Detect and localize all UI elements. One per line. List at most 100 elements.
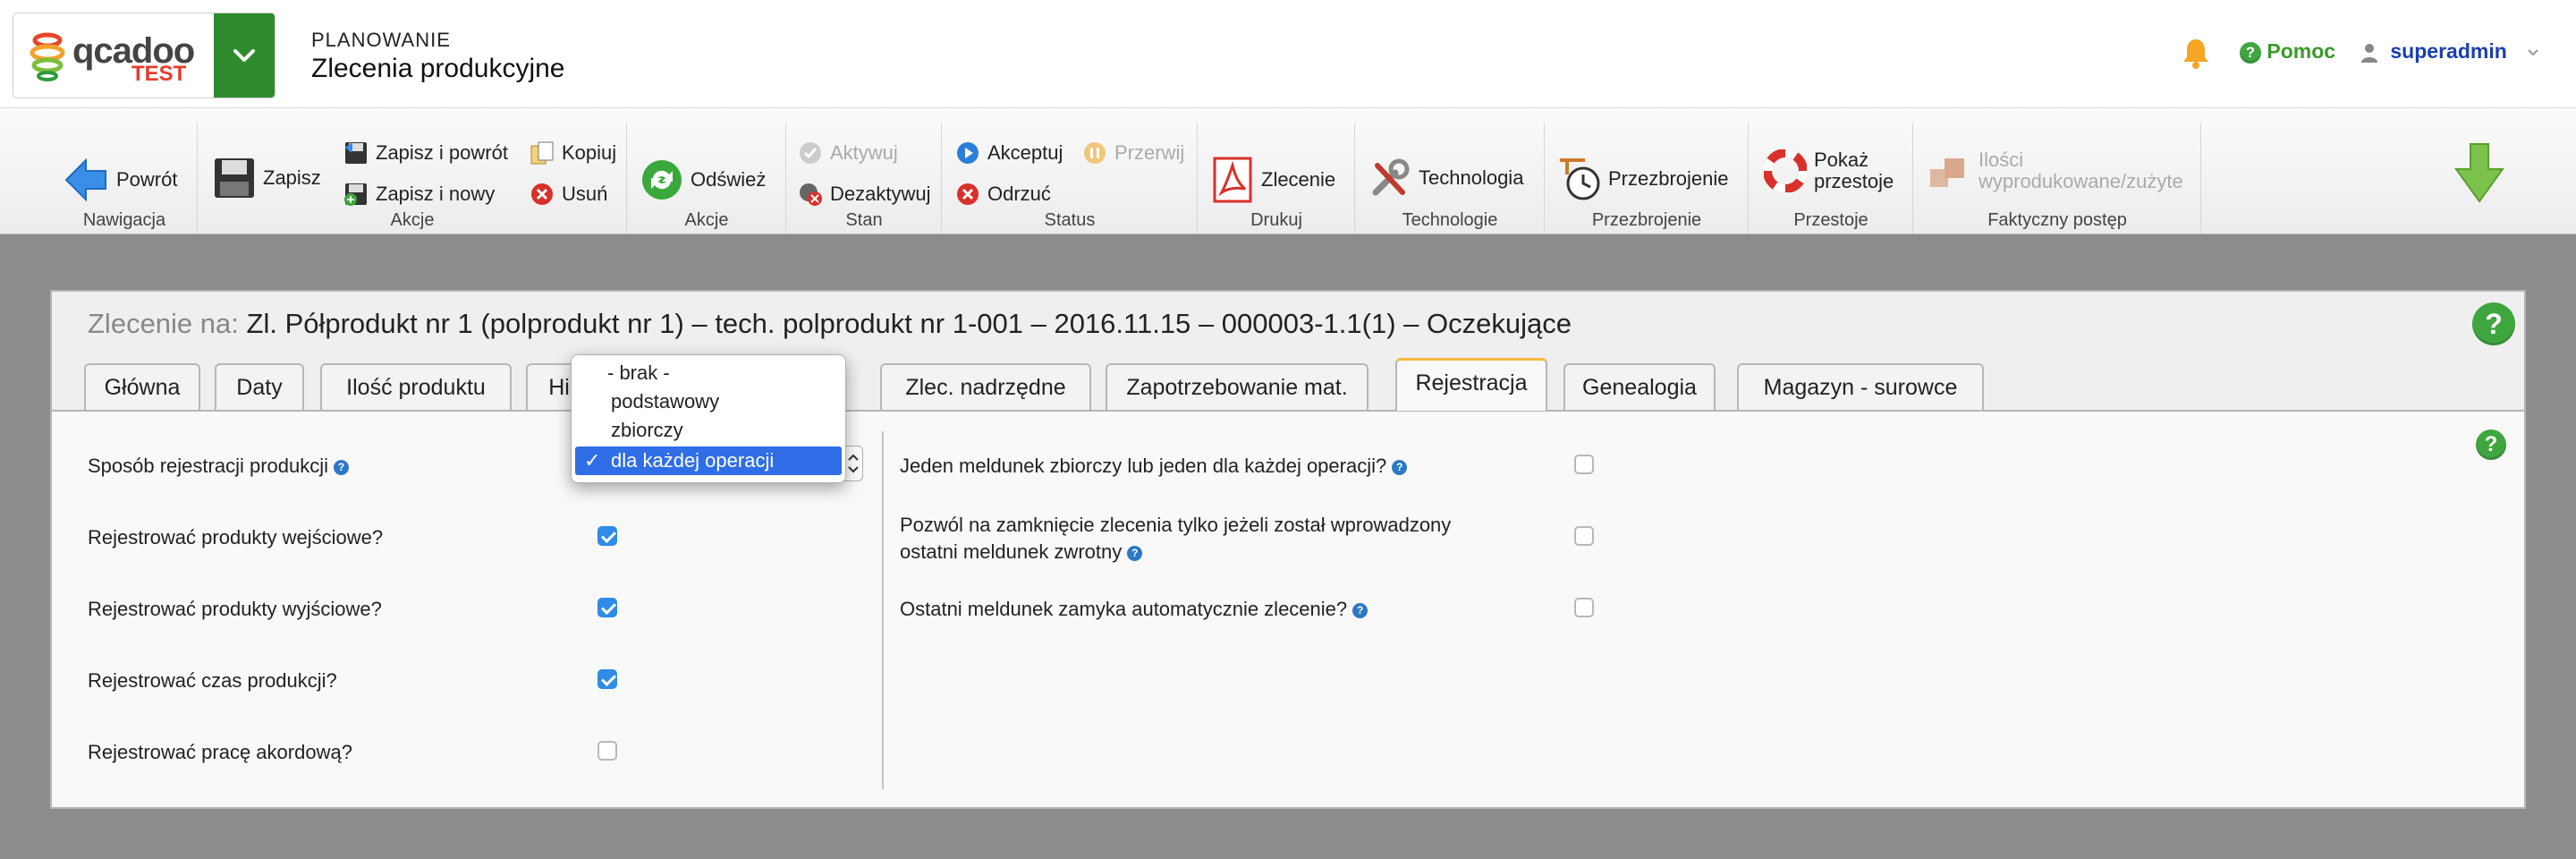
user-name: superadmin [2390, 39, 2507, 63]
menu-toggle[interactable] [214, 13, 275, 98]
technology-button[interactable]: Technologia [1368, 157, 1523, 200]
order-form-panel: Zlecenie na: Zl. Półprodukt nr 1 (polpro… [50, 290, 2526, 809]
save-and-back-button[interactable]: Zapisz i powrót [343, 140, 508, 166]
deactivate-label: Dezaktywuj [830, 183, 931, 205]
ribbon-group-akcje: Zapisz Zapisz i powrót Zapisz i nowy Kop… [199, 123, 627, 234]
help-link[interactable]: ? Pomoc [2240, 39, 2335, 64]
logo-menu-button[interactable]: qcadoo TEST [13, 13, 275, 98]
logo-badge: TEST [131, 62, 187, 86]
boxes-icon [1930, 158, 1964, 187]
produced-quantities-label: Ilości wyprodukowane/zużyte [1979, 149, 2183, 192]
registration-type-text: Sposób rejestracji produkcji [88, 455, 329, 477]
tab-magazyn-surowce[interactable]: Magazyn - surowce [1737, 363, 1984, 410]
produced-quantities-label-1: Ilości [1979, 149, 2024, 171]
tab-genealogia[interactable]: Genealogia [1563, 363, 1716, 410]
activate-icon [800, 142, 821, 164]
reject-icon [957, 183, 979, 205]
back-button[interactable]: Powrót [63, 157, 177, 203]
group-label: Przezbrojenie [1591, 210, 1702, 230]
allow-close-order-line1: Pozwól na zamknięcie zlecenia tylko jeże… [900, 514, 1452, 536]
delete-label: Usuń [562, 183, 608, 205]
register-production-time-checkbox[interactable] [597, 669, 617, 689]
tab-daty[interactable]: Daty [215, 363, 304, 410]
group-label: Drukuj [1250, 210, 1302, 230]
register-output-products-label: Rejestrować produkty wyjściowe? [88, 598, 382, 620]
refresh-label: Odśwież [691, 168, 767, 191]
dropdown-option-selected[interactable]: ✓ dla każdej operacji [575, 447, 842, 475]
qcadoo-logo: qcadoo TEST [28, 30, 225, 86]
interrupt-button[interactable]: Przerwij [1082, 140, 1184, 166]
help-label: Pomoc [2267, 39, 2336, 63]
ribbon-group-nawigacja: Powrót Nawigacja [52, 123, 198, 234]
activate-label: Aktywuj [830, 141, 898, 164]
single-or-per-operation-checkbox[interactable] [1574, 455, 1594, 474]
form-title: Zlecenie na: Zl. Półprodukt nr 1 (polpro… [88, 308, 1572, 340]
tab-zapotrzebowanie-mat[interactable]: Zapotrzebowanie mat. [1106, 363, 1368, 410]
bell-icon[interactable] [2182, 38, 2209, 70]
show-downtimes-button[interactable]: Pokaż przestoje [1764, 149, 1894, 192]
top-header: qcadoo TEST PLANOWANIE Zlecenia produkcy… [0, 0, 2576, 108]
save-and-new-button[interactable]: Zapisz i nowy [343, 182, 495, 207]
dropdown-option[interactable]: - brak - [572, 359, 845, 387]
back-button-label: Powrót [116, 168, 178, 191]
register-input-products-checkbox[interactable] [597, 526, 617, 546]
checkmark-icon: ✓ [584, 449, 601, 472]
user-menu[interactable]: superadmin [2361, 39, 2539, 64]
module-label: PLANOWANIE [311, 29, 451, 51]
changeover-label: Przezbrojenie [1608, 167, 1729, 190]
save-new-icon [344, 183, 367, 206]
refresh-button[interactable]: Odśwież [640, 158, 766, 201]
help-icon[interactable]: ? [1392, 459, 1408, 475]
save-label: Zapisz [263, 166, 321, 189]
accept-button[interactable]: Akceptuj [955, 140, 1063, 166]
ribbon-group-technologie: Technologia Technologie [1356, 123, 1545, 234]
last-report-closes-order-label: Ostatni meldunek zamyka automatycznie zl… [900, 598, 1368, 621]
play-icon [957, 142, 979, 164]
floppy-disk-icon [215, 158, 254, 198]
tab-ilosc-produktu[interactable]: Ilość produktu [320, 363, 512, 410]
dropdown-option[interactable]: zbiorczy [572, 416, 845, 445]
print-order-button[interactable]: Zlecenie [1211, 157, 1335, 203]
ribbon-group-postep: Ilości wyprodukowane/zużyte Faktyczny po… [1914, 123, 2201, 234]
register-output-products-checkbox[interactable] [597, 598, 617, 617]
register-piecework-label: Rejestrować pracę akordową? [88, 741, 352, 763]
save-button[interactable]: Zapisz [213, 157, 321, 200]
help-icon[interactable]: ? [1352, 602, 1368, 618]
form-help-icon[interactable]: ? [2472, 302, 2515, 345]
deactivate-icon [800, 183, 822, 206]
changeover-button[interactable]: Przezbrojenie [1558, 157, 1729, 201]
register-piecework-checkbox[interactable] [597, 741, 617, 761]
reject-button[interactable]: Odrzuć [955, 182, 1051, 207]
help-icon: ? [2240, 41, 2261, 64]
pause-icon [1084, 142, 1106, 164]
tab-rejestracja[interactable]: Rejestracja [1395, 358, 1547, 411]
allow-close-order-line2: ostatni meldunek zwrotny [900, 540, 1123, 563]
activate-button[interactable]: Aktywuj [798, 140, 898, 166]
produced-quantities-button[interactable]: Ilości wyprodukowane/zużyte [1928, 149, 2183, 192]
print-order-label: Zlecenie [1261, 168, 1336, 191]
ribbon-download-arrow-icon[interactable] [2451, 142, 2508, 205]
group-label: Przestoje [1793, 210, 1868, 230]
tab-glowna[interactable]: Główna [84, 363, 200, 410]
reject-label: Odrzuć [987, 183, 1051, 205]
interrupt-label: Przerwij [1114, 141, 1185, 164]
tab-zlec-nadrzedne[interactable]: Zlec. nadrzędne [880, 363, 1091, 410]
copy-button[interactable]: Kopiuj [530, 140, 616, 166]
ribbon-group-stan: Aktywuj Dezaktywuj Stan [787, 123, 942, 234]
lifebuoy-icon [1764, 149, 1807, 192]
help-icon[interactable]: ? [1127, 545, 1143, 561]
help-icon[interactable]: ? [334, 459, 350, 475]
registration-type-select[interactable] [844, 446, 863, 481]
form-title-text: Zl. Półprodukt nr 1 (polprodukt nr 1) – … [246, 308, 1572, 339]
arrow-left-icon [64, 157, 106, 202]
delete-button[interactable]: Usuń [530, 182, 607, 207]
copy-icon [530, 141, 554, 165]
dropdown-option[interactable]: podstawowy [572, 387, 845, 416]
ribbon-group-przestoje: Pokaż przestoje Przestoje [1750, 123, 1913, 234]
last-report-closes-order-checkbox[interactable] [1574, 598, 1594, 617]
tab-help-icon[interactable]: ? [2476, 430, 2506, 460]
allow-close-order-checkbox[interactable] [1574, 526, 1594, 546]
registration-type-dropdown: - brak - podstawowy zbiorczy ✓ dla każde… [571, 354, 846, 483]
deactivate-button[interactable]: Dezaktywuj [798, 182, 930, 207]
registration-type-label: Sposób rejestracji produkcji? [88, 455, 350, 478]
